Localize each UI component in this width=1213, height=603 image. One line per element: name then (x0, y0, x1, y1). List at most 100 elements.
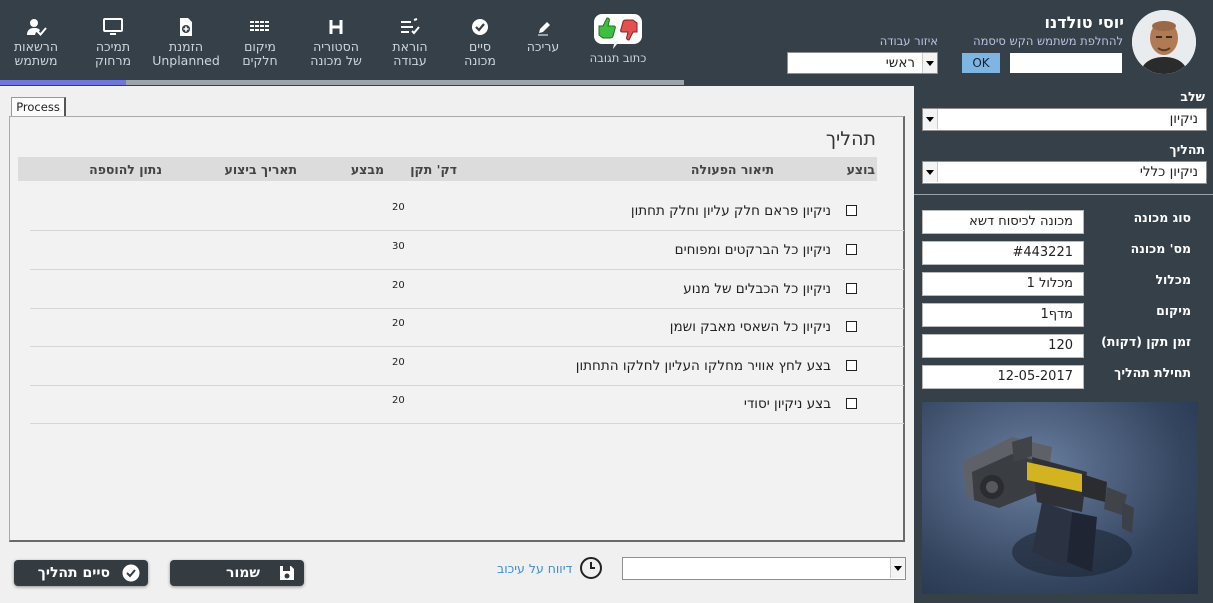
checklist-icon (399, 17, 421, 37)
standard-minutes: 20 (392, 395, 405, 406)
finish-label: סיים תהליך (37, 565, 110, 581)
action-description: ניקיון כל השאסי מאבק ושמן (669, 319, 831, 335)
process-title: תהליך (825, 128, 876, 150)
chevron-down-icon (923, 109, 938, 129)
nav-label: תמיכה מרחוק (95, 39, 131, 68)
header-extra-data: נתון להוספה (89, 162, 162, 177)
nav-parts-location[interactable]: מיקום חלקים (226, 0, 294, 80)
table-row: ניקיון כל השאסי מאבק ושמן 20 (30, 307, 904, 347)
action-description: בצע לחץ אוויר מחלקו העליון לחלקו התחתון (575, 358, 831, 374)
table-row: ניקיון כל הברקטים ומפוחים 30 (30, 230, 904, 270)
action-description: ניקיון פראם חלק עליון וחלק תחתון (630, 203, 831, 219)
machine-type-label: סוג מכונה (1133, 210, 1191, 225)
header-standard-minutes: דק' תקן (410, 162, 457, 177)
stage-select[interactable]: ניקיון (922, 108, 1207, 131)
delay-label: דיווח על עיכוב (497, 561, 573, 576)
nav-work-instructions[interactable]: הוראת עבודה (378, 0, 442, 80)
work-area-value: ראשי (885, 55, 915, 71)
tab-process[interactable]: Process (11, 97, 66, 117)
floppy-disk-icon (278, 564, 296, 582)
nav-label: הסטוריה של מכונה (310, 39, 362, 68)
nav-permissions[interactable]: הרשאות משתמש (0, 0, 72, 80)
details-panel: שלב ניקיון תהליך ניקיון כללי סוג מכונה מ… (914, 86, 1213, 603)
machine-number-label: מס' מכונה (1130, 241, 1191, 256)
standard-minutes: 30 (392, 241, 405, 252)
nav-machine-history[interactable]: הסטוריה של מכונה (298, 0, 374, 80)
nav-label: הוראת עבודה (392, 39, 428, 68)
nav-finish-machine[interactable]: סיים מכונה (448, 0, 512, 80)
done-checkbox[interactable] (846, 360, 857, 371)
machine-number-field: #443221 (922, 241, 1084, 265)
standard-minutes: 20 (392, 357, 405, 368)
done-checkbox[interactable] (846, 205, 857, 216)
nav-unplanned-order[interactable]: הזמנת Unplanned (150, 0, 222, 80)
location-label: מיקום (1156, 303, 1191, 318)
letter-h-icon (325, 17, 347, 37)
standard-time-field: 120 (922, 334, 1084, 358)
nav-label: מיקום חלקים (242, 39, 278, 68)
machine-image (922, 402, 1198, 594)
monitor-icon (102, 17, 124, 37)
done-checkbox[interactable] (846, 398, 857, 409)
work-area-select[interactable]: ראשי (787, 52, 938, 74)
machine-type-field: מכונה לכיסוח דשא (922, 210, 1084, 234)
location-field: מדף1 (922, 303, 1084, 327)
table-row: בצע לחץ אוויר מחלקו העליון לחלקו התחתון … (30, 346, 904, 386)
nav-label: הזמנת Unplanned (152, 39, 220, 68)
user-name: יוסי טולדנו (1044, 13, 1124, 32)
delay-reason-select[interactable] (622, 557, 906, 580)
top-toolbar: הרשאות משתמש תמיכה מרחוק הזמנת Unplanned… (0, 0, 1213, 86)
save-label: שמור (226, 565, 260, 581)
feedback-label: כתוב תגובה (589, 51, 647, 65)
ok-button[interactable]: OK (962, 53, 1000, 73)
check-circle-icon (469, 17, 491, 37)
process-label: תהליך (1169, 142, 1205, 157)
check-circle-icon (122, 564, 140, 582)
nav-active-indicator (0, 80, 126, 85)
divider (914, 194, 1213, 195)
header-description: תיאור הפעולה (690, 162, 774, 177)
nav-edit[interactable]: עריכה (515, 0, 571, 80)
header-done: בוצע (846, 162, 875, 177)
header-date: תאריך ביצוע (224, 162, 298, 177)
nav-remote-support[interactable]: תמיכה מרחוק (78, 0, 148, 80)
stage-value: ניקיון (1169, 111, 1198, 127)
clock-icon (579, 556, 603, 580)
action-description: בצע ניקיון יסודי (743, 396, 831, 412)
action-description: ניקיון כל הברקטים ומפוחים (674, 242, 831, 258)
report-delay-link[interactable]: דיווח על עיכוב (497, 555, 603, 583)
save-button[interactable]: שמור (170, 560, 304, 586)
chevron-down-icon (922, 53, 937, 73)
process-start-label: תחילת תהליך (1114, 365, 1191, 380)
process-select[interactable]: ניקיון כללי (922, 161, 1207, 184)
work-area-label: איזור עבודה (879, 34, 938, 48)
table-row: ניקיון כל הכבלים של מנוע 20 (30, 269, 904, 309)
chevron-down-icon (923, 162, 938, 182)
nav-label: עריכה (526, 39, 560, 54)
done-checkbox[interactable] (846, 321, 857, 332)
user-check-icon (25, 17, 47, 37)
process-start-field: 12-05-2017 (922, 365, 1084, 389)
thumbs-feedback-icon (593, 13, 643, 49)
done-checkbox[interactable] (846, 244, 857, 255)
action-description: ניקיון כל הכבלים של מנוע (683, 281, 831, 297)
finish-process-button[interactable]: סיים תהליך (14, 560, 148, 586)
process-table-header: בוצע תיאור הפעולה דק' תקן מבצע תאריך ביצ… (18, 157, 877, 181)
avatar (1132, 10, 1196, 74)
password-input[interactable] (1010, 53, 1122, 73)
done-checkbox[interactable] (846, 283, 857, 294)
standard-minutes: 20 (392, 202, 405, 213)
header-performer: מבצע (350, 162, 384, 177)
table-row: בצע ניקיון יסודי 20 (30, 384, 904, 424)
chevron-down-icon (890, 558, 905, 578)
nav-label: סיים מכונה (464, 39, 496, 68)
switch-user-hint: להחלפת משתמש הקש סיסמה (973, 34, 1123, 48)
assembly-field: מכלול 1 (922, 272, 1084, 296)
feedback-button[interactable]: כתוב תגובה (578, 0, 658, 80)
standard-minutes: 20 (392, 318, 405, 329)
standard-minutes: 20 (392, 280, 405, 291)
pencil-icon (532, 17, 554, 37)
standard-time-label: זמן תקן (דקות) (1101, 334, 1191, 349)
nav-label: הרשאות משתמש (13, 39, 59, 68)
stage-label: שלב (1180, 89, 1205, 104)
